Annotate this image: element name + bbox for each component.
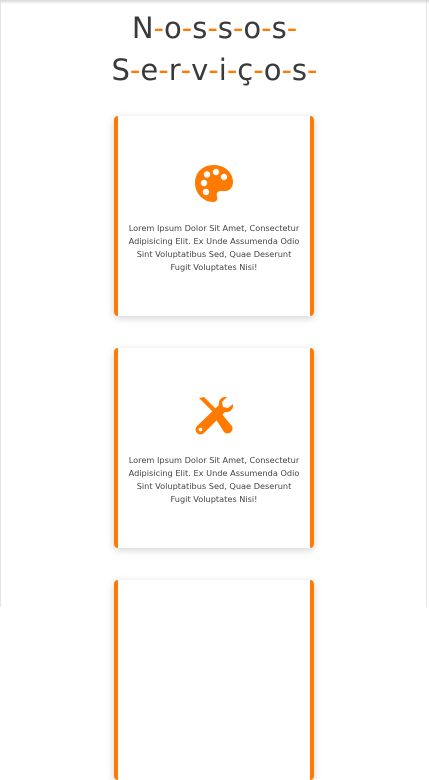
title-separator: - [281, 53, 292, 87]
title-letter: r [168, 53, 181, 87]
title-letter: o [243, 11, 262, 45]
palette-icon [195, 165, 233, 202]
tools-icon [195, 396, 234, 435]
title-letter: ç [237, 53, 254, 87]
title-letter: o [164, 11, 182, 45]
page-title-line-1: N-o-s-s-o-s- [0, 11, 429, 45]
service-card-2: Lorem Ipsum Dolor Sit Amet, Consectetur … [114, 348, 314, 548]
title-separator: - [286, 11, 298, 45]
service-card-text: Lorem Ipsum Dolor Sit Amet, Consectetur … [128, 223, 300, 272]
title-separator: - [261, 11, 272, 45]
title-separator: - [207, 11, 218, 45]
service-card-3 [114, 580, 314, 780]
title-separator: - [232, 11, 244, 45]
title-separator: - [307, 53, 318, 87]
title-separator: - [158, 53, 169, 87]
title-separator: - [208, 53, 219, 87]
title-letter: s [271, 11, 287, 45]
title-letter: s [291, 53, 308, 87]
title-separator: - [129, 53, 141, 87]
title-letter: s [217, 11, 233, 45]
title-separator: - [253, 53, 264, 87]
title-separator: - [226, 53, 238, 87]
page-title-line-2: S-e-r-v-i-ç-o-s- [0, 53, 429, 87]
title-separator: - [181, 11, 193, 45]
title-letter: i [218, 53, 227, 87]
title-letter: o [263, 53, 282, 87]
service-card-text: Lorem Ipsum Dolor Sit Amet, Consectetur … [128, 455, 300, 504]
service-card-1: Lorem Ipsum Dolor Sit Amet, Consectetur … [114, 116, 314, 316]
title-letter: v [191, 53, 209, 87]
title-letter: S [111, 53, 130, 87]
title-letter: s [192, 11, 208, 45]
title-letter: e [140, 53, 159, 87]
title-separator: - [153, 11, 164, 45]
title-letter: N [131, 11, 154, 45]
top-shadow [0, 0, 429, 4]
title-separator: - [180, 53, 192, 87]
